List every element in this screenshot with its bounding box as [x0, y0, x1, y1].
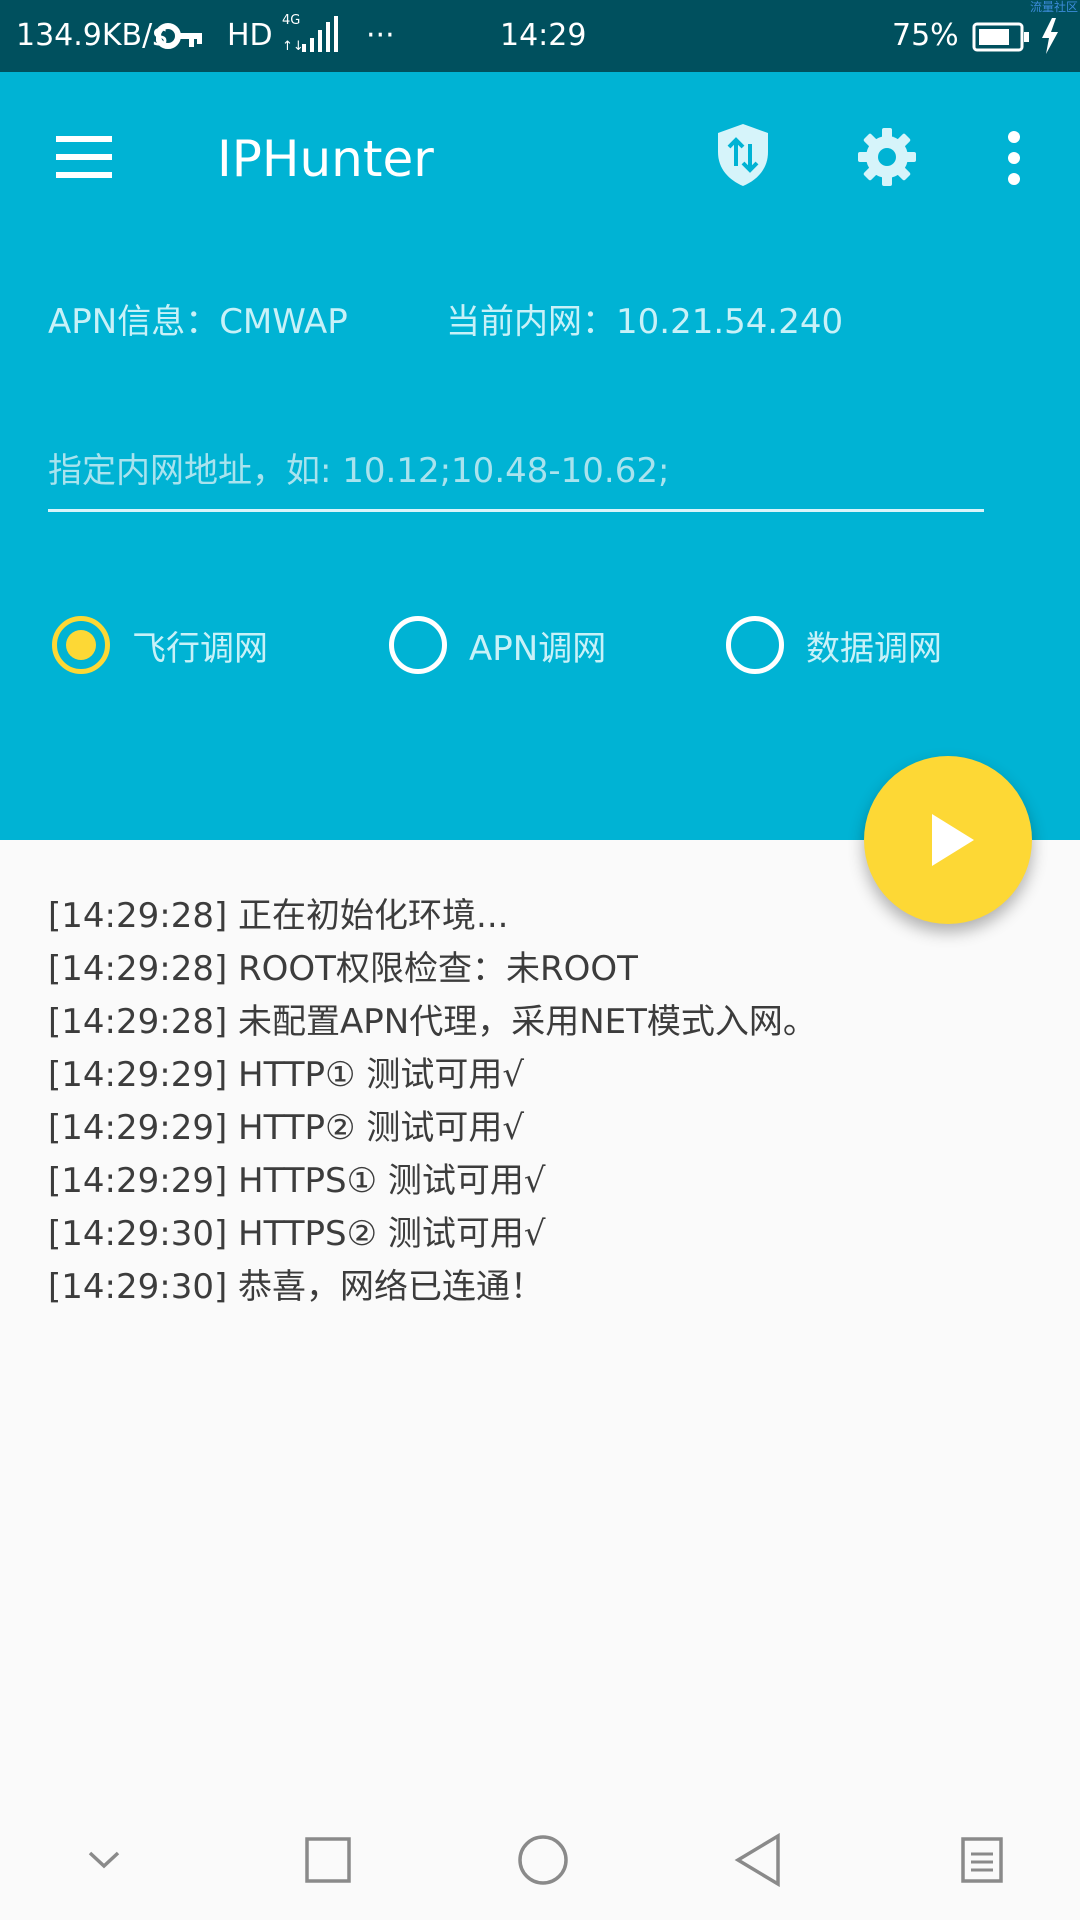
hide-nav-button[interactable] — [74, 1830, 134, 1890]
log-panel: [14:29:28] 正在初始化环境... [14:29:28] ROOT权限检… — [48, 890, 1008, 1314]
play-icon — [932, 814, 974, 866]
app-header: IPHunter APN信息：CMWAP 当前内网：10.21.54.240 飞… — [0, 72, 1080, 840]
settings-icon[interactable] — [856, 126, 918, 188]
home-icon — [518, 1835, 568, 1885]
log-line: [14:29:28] 未配置APN代理，采用NET模式入网。 — [48, 1002, 817, 1042]
log-line: [14:29:29] HTTP② 测试可用√ — [48, 1108, 524, 1148]
menu-list-icon — [961, 1837, 1003, 1883]
mode-radio-apn[interactable]: APN调网 — [389, 610, 606, 680]
mode-radio-data[interactable]: 数据调网 — [726, 610, 942, 680]
hd-indicator: HD — [227, 18, 273, 53]
key-icon — [156, 23, 202, 49]
mode-radio-airplane[interactable]: 飞行调网 — [52, 610, 268, 680]
log-line: [14:29:28] 正在初始化环境... — [48, 896, 509, 936]
log-line: [14:29:30] 恭喜，网络已连通！ — [48, 1267, 545, 1307]
overflow-menu-icon[interactable] — [1004, 130, 1024, 186]
log-line: [14:29:28] ROOT权限检查：未ROOT — [48, 949, 638, 989]
battery-icon — [972, 22, 1029, 52]
apn-info: APN信息：CMWAP — [48, 302, 348, 342]
app-title: IPHunter — [217, 130, 434, 188]
mode-label-airplane: 飞行调网 — [132, 628, 268, 669]
radio-unselected-indicator[interactable] — [726, 616, 784, 674]
chevron-down-icon — [88, 1851, 120, 1869]
mode-label-data: 数据调网 — [806, 628, 942, 669]
back-button[interactable] — [728, 1830, 788, 1890]
system-nav-bar — [0, 1800, 1080, 1920]
mode-label-apn: APN调网 — [469, 628, 607, 669]
radio-selected-indicator[interactable] — [52, 616, 110, 674]
back-icon — [734, 1833, 780, 1887]
radio-unselected-indicator[interactable] — [389, 616, 447, 674]
battery-percent: 75% — [892, 18, 959, 53]
home-button[interactable] — [513, 1830, 573, 1890]
recents-button[interactable] — [298, 1830, 358, 1890]
log-line: [14:29:29] HTTPS① 测试可用√ — [48, 1161, 546, 1201]
menu-button[interactable] — [952, 1830, 1012, 1890]
charging-icon — [1042, 18, 1058, 54]
vpn-shield-icon[interactable] — [714, 122, 772, 188]
network-speed: 134.9KB/s — [16, 18, 168, 53]
log-line: [14:29:29] HTTP① 测试可用√ — [48, 1055, 524, 1095]
signal-icon: ↑↓ — [282, 16, 338, 54]
clock: 14:29 — [500, 18, 587, 53]
recents-icon — [305, 1837, 351, 1883]
menu-icon[interactable] — [56, 136, 112, 178]
status-bar: 134.9KB/s HD 4G ↑↓ ··· 14:29 75% 流量社区 — [0, 0, 1080, 72]
watermark: 流量社区 — [1029, 0, 1078, 14]
lan-address-input[interactable] — [48, 432, 984, 512]
log-line: [14:29:30] HTTPS② 测试可用√ — [48, 1214, 546, 1254]
current-lan-ip: 当前内网：10.21.54.240 — [446, 302, 844, 342]
svg-text:↑↓: ↑↓ — [282, 39, 304, 54]
more-notifications: ··· — [366, 18, 395, 53]
